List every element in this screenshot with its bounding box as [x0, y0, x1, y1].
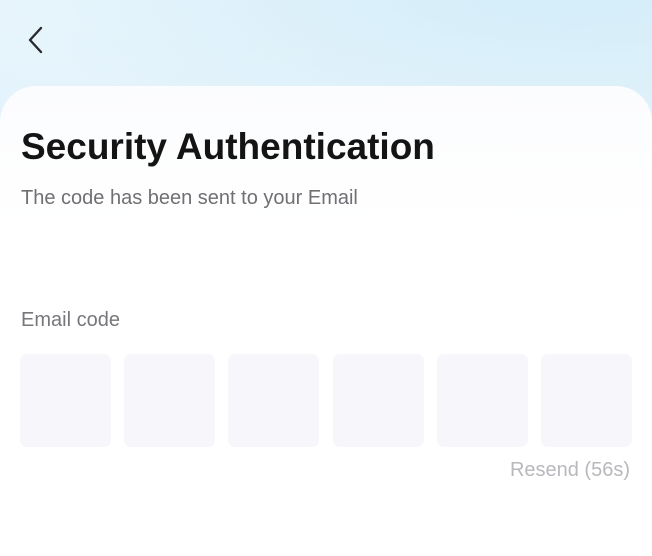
code-digit-3[interactable]	[228, 354, 320, 447]
email-code-label: Email code	[21, 309, 120, 331]
code-digit-6[interactable]	[540, 354, 632, 447]
email-code-input-group	[20, 354, 632, 447]
code-digit-4[interactable]	[332, 354, 424, 447]
page-title: Security Authentication	[21, 126, 435, 167]
code-digit-5[interactable]	[436, 354, 528, 447]
resend-code-button[interactable]: Resend (56s)	[510, 459, 630, 482]
code-digit-2[interactable]	[124, 354, 216, 447]
chevron-left-icon	[28, 26, 43, 54]
back-button[interactable]	[14, 18, 58, 62]
page-subtitle: The code has been sent to your Email	[21, 187, 358, 209]
code-digit-1[interactable]	[20, 354, 111, 447]
